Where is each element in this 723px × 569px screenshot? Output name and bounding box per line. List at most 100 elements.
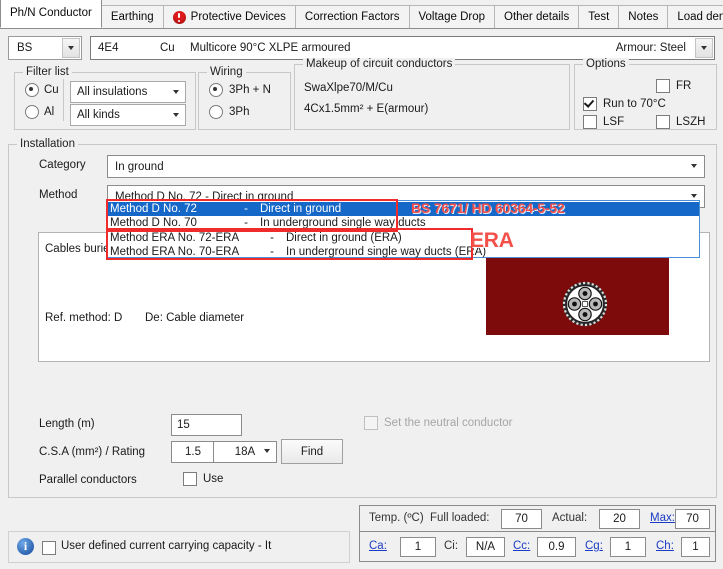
chevron-down-icon [691, 164, 697, 168]
radio-3ph[interactable] [209, 105, 223, 119]
csa-value: 1.5 [185, 446, 201, 458]
actual-value[interactable]: 20 [599, 509, 640, 529]
dropdown-item[interactable]: Method D No. 70 - In underground single … [107, 216, 699, 230]
tab-test[interactable]: Test [578, 5, 620, 28]
options-legend: Options [583, 58, 629, 70]
cable-description: Multicore 90°C XLPE armoured [190, 42, 351, 54]
tab-load-density[interactable]: Load density [667, 5, 723, 28]
dropdown-item-dash: - [270, 246, 274, 258]
radio-cu[interactable] [25, 83, 39, 97]
tab-protective-devices[interactable]: Protective Devices [162, 5, 296, 28]
ca-link[interactable]: Ca: [369, 540, 387, 552]
checkbox-user-defined[interactable] [42, 541, 56, 555]
footer-panel: i User defined current carrying capacity… [8, 531, 350, 563]
cable-description-combo[interactable]: 4E4 Cu Multicore 90°C XLPE armoured Armo… [90, 36, 715, 60]
cable-code: 4E4 [98, 42, 119, 54]
wiring-legend: Wiring [207, 66, 246, 78]
filter-list-legend: Filter list [23, 66, 72, 78]
standard-value: BS [17, 42, 33, 54]
checkbox-run-to-70[interactable] [583, 97, 597, 111]
method-dropdown-list[interactable]: Method D No. 72 - Direct in ground Metho… [106, 200, 700, 258]
warning-icon [172, 10, 186, 24]
insulation-select[interactable]: All insulations [70, 81, 186, 103]
tab-earthing[interactable]: Earthing [100, 5, 164, 28]
full-loaded-value[interactable]: 70 [501, 509, 542, 529]
dropdown-item[interactable]: Method D No. 72 - Direct in ground [107, 202, 699, 216]
cg-link[interactable]: Cg: [585, 540, 603, 552]
chevron-down-icon[interactable] [62, 38, 80, 58]
category-select[interactable]: In ground [107, 155, 705, 178]
dropdown-item-method: Method D No. 72 [110, 203, 197, 215]
ci-value-text: N/A [475, 541, 496, 553]
dropdown-item[interactable]: Method ERA No. 72-ERA - Direct in ground… [107, 231, 699, 245]
cc-link[interactable]: Cc: [513, 540, 530, 552]
dropdown-item-dash: - [244, 217, 248, 229]
cc-value[interactable]: 0.9 [537, 537, 576, 557]
info-icon[interactable]: i [17, 538, 34, 555]
standard-combo[interactable]: BS [8, 36, 82, 60]
bs-7671-annotation: BS 7671/ HD 60364-5-52 [411, 200, 565, 216]
temperature-panel: Temp. (ºC) Full loaded: 70 Actual: 20 Ma… [359, 505, 716, 533]
makeup-legend: Makeup of circuit conductors [303, 58, 456, 70]
ca-value-text: 1 [414, 541, 422, 553]
tab-strip: Ph/N Conductor Earthing Protective Devic… [0, 0, 723, 29]
cg-value[interactable]: 1 [610, 537, 646, 557]
user-defined-label: User defined current carrying capacity -… [61, 540, 272, 552]
kinds-select[interactable]: All kinds [70, 104, 186, 126]
diagram-de-label: De: Cable diameter [145, 312, 245, 324]
ca-value[interactable]: 1 [400, 537, 436, 557]
options-group: Options FR Run to 70°C LSF LSZH [574, 58, 717, 130]
tab-other-details[interactable]: Other details [494, 5, 580, 28]
checkbox-fr[interactable] [656, 79, 670, 93]
length-input[interactable]: 15 [171, 414, 242, 436]
tab-ph-n-conductor[interactable]: Ph/N Conductor [0, 0, 102, 28]
chevron-down-icon[interactable] [695, 38, 713, 58]
checkbox-lszh-label: LSZH [676, 116, 706, 128]
ch-link[interactable]: Ch: [656, 540, 674, 552]
tab-correction-factors[interactable]: Correction Factors [294, 5, 410, 28]
tab-label: Ph/N Conductor [10, 7, 92, 19]
dropdown-item-method: Method ERA No. 72-ERA [110, 232, 240, 244]
filter-list-group: Filter list Cu Al All insulations All ki… [14, 66, 196, 130]
find-button[interactable]: Find [281, 439, 343, 464]
cable-conductor: Cu [160, 42, 175, 54]
insulation-value: All insulations [77, 86, 148, 98]
find-button-label: Find [300, 445, 324, 458]
dropdown-item-method: Method D No. 70 [110, 217, 197, 229]
checkbox-run-to-70-label: Run to 70°C [603, 98, 666, 110]
checkbox-set-neutral[interactable] [364, 416, 378, 430]
dropdown-item-desc: In underground single way ducts (ERA) [286, 246, 487, 258]
chevron-down-icon [173, 113, 179, 117]
checkbox-lszh[interactable] [656, 115, 670, 129]
radio-cu-label: Cu [44, 84, 59, 96]
makeup-line-2: 4Cx1.5mm² + E(armour) [304, 103, 429, 115]
tab-voltage-drop[interactable]: Voltage Drop [408, 5, 495, 28]
csa-input[interactable]: 1.5 [171, 441, 214, 463]
max-value[interactable]: 70 [675, 509, 710, 529]
tab-label: Voltage Drop [418, 11, 486, 23]
rating-select[interactable]: 18A [213, 441, 277, 463]
dropdown-item-dash: - [270, 232, 274, 244]
correction-factors-panel: Ca: 1 Ci: N/A Cc: 0.9 Cg: 1 Ch: 1 [359, 531, 716, 562]
max-link[interactable]: Max: [650, 512, 675, 524]
era-annotation: ERA [470, 229, 514, 252]
category-label: Category [39, 159, 86, 171]
radio-al[interactable] [25, 105, 39, 119]
radio-al-label: Al [44, 106, 55, 118]
checkbox-fr-label: FR [676, 80, 692, 92]
chevron-down-icon [173, 90, 179, 94]
tab-notes[interactable]: Notes [618, 5, 669, 28]
diagram-ref-method: Ref. method: D [45, 312, 123, 324]
divider [63, 79, 64, 121]
ch-value[interactable]: 1 [681, 537, 710, 557]
checkbox-use-label: Use [203, 473, 224, 485]
ci-value[interactable]: N/A [466, 537, 505, 557]
checkbox-use-parallel[interactable] [183, 472, 197, 486]
checkbox-set-neutral-label: Set the neutral conductor [384, 417, 513, 429]
makeup-line-1: SwaXlpe70/M/Cu [304, 82, 393, 94]
radio-3ph-n[interactable] [209, 83, 223, 97]
radio-3ph-label: 3Ph [229, 106, 250, 118]
checkbox-lsf[interactable] [583, 115, 597, 129]
dropdown-item[interactable]: Method ERA No. 70-ERA - In underground s… [107, 245, 699, 259]
chevron-down-icon [264, 449, 270, 453]
